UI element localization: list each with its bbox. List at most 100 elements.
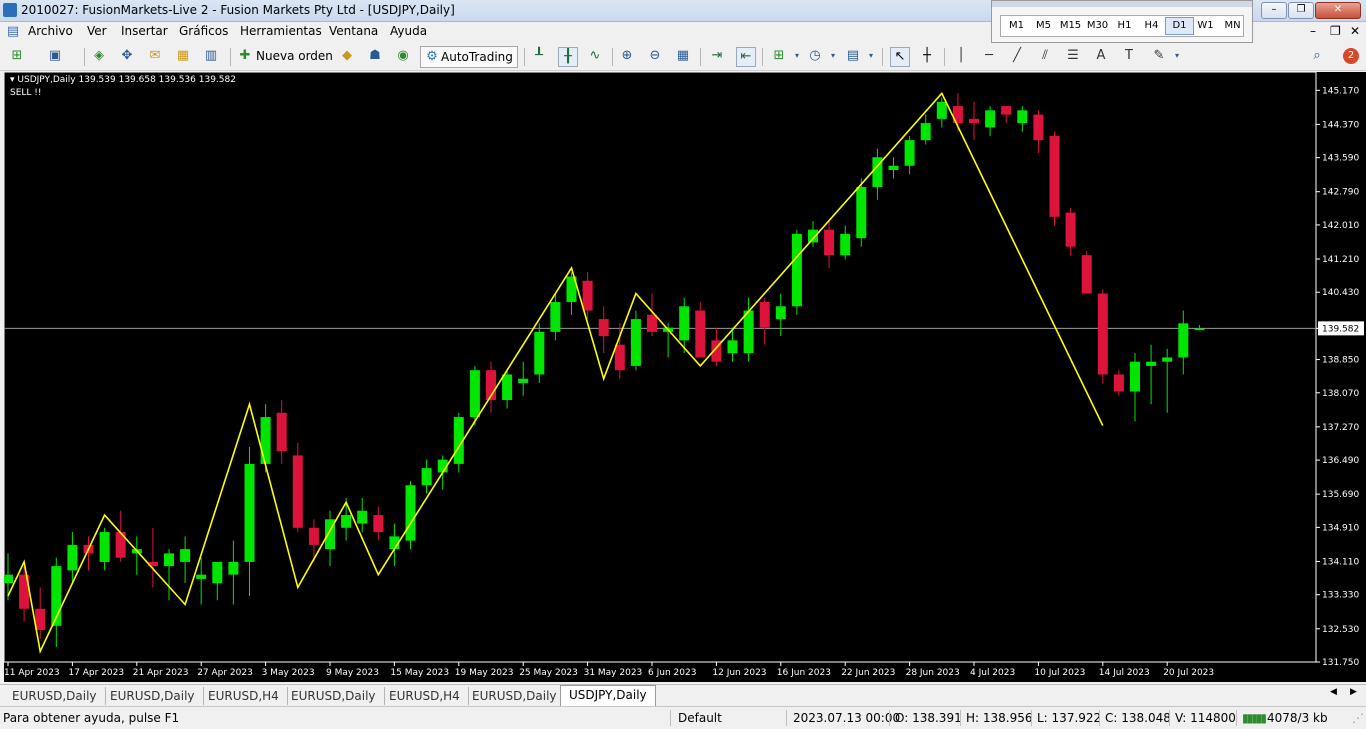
x-tick-label: 11 Apr 2023: [4, 668, 60, 678]
period-d1-button[interactable]: D1: [1165, 17, 1194, 35]
period-w1-button[interactable]: W1: [1192, 18, 1219, 34]
new-chart-icon[interactable]: ⊞: [8, 47, 26, 65]
x-tick-label: 12 Jun 2023: [712, 668, 766, 678]
zoom-in-icon[interactable]: ⊕: [618, 47, 636, 65]
candle-body: [1001, 106, 1012, 115]
terminal-icon[interactable]: ✉: [146, 47, 164, 65]
candlestick-icon[interactable]: ╂: [558, 47, 578, 67]
shapes-icon[interactable]: ✎: [1150, 47, 1168, 65]
periodicity-icon[interactable]: ◷: [806, 47, 824, 65]
child-close-button[interactable]: ✕: [1350, 24, 1360, 38]
chart-area[interactable]: 145.170 144.370 143.590 142.790 142.010 141.2…: [4, 72, 1366, 682]
status-close: C: 138.048: [1105, 711, 1171, 725]
chevron-down-icon[interactable]: ▾: [862, 47, 880, 65]
chart-shift-icon[interactable]: ⇥: [708, 47, 726, 65]
child-minimize-button[interactable]: –: [1310, 24, 1316, 38]
price-chart[interactable]: 145.170 144.370 143.590 142.790 142.010 141.2…: [4, 72, 1366, 682]
x-tick-label: 16 Jun 2023: [777, 668, 831, 678]
profiles-icon[interactable]: ▣: [46, 47, 64, 65]
cursor-icon[interactable]: ↖: [890, 47, 910, 67]
status-traffic: 4078/3 kb: [1267, 711, 1328, 725]
y-tick-label: 131.750: [1322, 658, 1359, 668]
menu-ayuda[interactable]: Ayuda: [390, 24, 427, 38]
line-chart-icon[interactable]: ∿: [586, 47, 604, 65]
bar-chart-icon[interactable]: ┸: [530, 47, 548, 65]
candle-body: [1049, 135, 1060, 217]
x-tick-label: 14 Jul 2023: [1099, 668, 1150, 678]
tab-eurusd-daily[interactable]: EURUSD,Daily: [102, 687, 204, 705]
tab-eurusd-daily[interactable]: EURUSD,Daily: [283, 687, 385, 705]
notification-badge[interactable]: 2: [1343, 48, 1359, 64]
x-tick-label: 6 Jun 2023: [648, 668, 696, 678]
chevron-down-icon[interactable]: ▾: [1168, 47, 1186, 65]
data-window-icon[interactable]: ▦: [174, 47, 192, 65]
y-tick-label: 138.850: [1322, 356, 1359, 366]
candle-body: [920, 123, 931, 141]
autotrading-button[interactable]: ⚙ AutoTrading: [420, 46, 518, 68]
menu-herramientas[interactable]: Herramientas: [240, 24, 322, 38]
tab-scroll-left-icon[interactable]: ◀: [1330, 687, 1337, 697]
trendline-icon[interactable]: ╱: [1008, 47, 1026, 65]
minimize-button[interactable]: –: [1261, 2, 1287, 19]
periods-toolbar: M1 M5 M15 M30 H1 H4 D1 W1 MN: [991, 0, 1253, 43]
period-m15-button[interactable]: M15: [1057, 18, 1084, 34]
indicators-icon[interactable]: ⊞: [770, 47, 788, 65]
candle-body: [196, 574, 207, 579]
period-mn-button[interactable]: MN: [1219, 18, 1246, 34]
candle-body: [228, 561, 239, 575]
crosshair-icon[interactable]: ┼: [918, 47, 936, 65]
candle-body: [180, 549, 191, 562]
period-h4-button[interactable]: H4: [1138, 18, 1165, 34]
maximize-button[interactable]: ❐: [1288, 2, 1314, 19]
tab-eurusd-daily[interactable]: EURUSD,Daily: [464, 687, 566, 705]
new-order-button[interactable]: ✚ Nueva orden: [236, 46, 333, 66]
period-h1-button[interactable]: H1: [1111, 18, 1138, 34]
period-m5-button[interactable]: M5: [1030, 18, 1057, 34]
chevron-down-icon[interactable]: ▾: [824, 47, 842, 65]
tab-eurusd-h4[interactable]: EURUSD,H4: [200, 687, 288, 705]
candle-body: [1017, 110, 1028, 124]
connection-bars-icon: ▮▮▮▮▮: [1242, 711, 1267, 725]
close-button[interactable]: ✕: [1315, 2, 1361, 19]
chevron-down-icon[interactable]: ▾: [788, 47, 806, 65]
menu-ver[interactable]: Ver: [87, 24, 107, 38]
market-watch-icon[interactable]: ◈: [90, 47, 108, 65]
candle-body: [1097, 293, 1108, 375]
status-low: L: 137.922: [1037, 711, 1102, 725]
candle-body: [4, 574, 13, 584]
text-icon[interactable]: A: [1092, 47, 1110, 65]
navigator-icon[interactable]: ✥: [118, 47, 136, 65]
candle-body: [518, 378, 529, 383]
period-m1-button[interactable]: M1: [1003, 18, 1030, 34]
text-label-icon[interactable]: T: [1120, 47, 1138, 65]
strategy-tester-icon[interactable]: ▥: [202, 47, 220, 65]
toolbar-separator: [700, 48, 701, 66]
templates-icon[interactable]: ▤: [844, 47, 862, 65]
tab-eurusd-daily[interactable]: EURUSD,Daily: [4, 687, 106, 705]
fibonacci-icon[interactable]: ☰: [1064, 47, 1082, 65]
metaeditor-icon[interactable]: ◆: [338, 47, 356, 65]
tab-usdjpy-daily[interactable]: USDJPY,Daily: [560, 685, 656, 707]
tab-scroll-right-icon[interactable]: ▶: [1350, 687, 1357, 697]
auto-scroll-icon[interactable]: ⇤: [736, 47, 756, 67]
candle-body: [469, 370, 480, 418]
horizontal-line-icon[interactable]: ─: [980, 47, 998, 65]
candle-body: [1113, 374, 1124, 392]
child-restore-button[interactable]: ❐: [1330, 24, 1341, 38]
equidistant-channel-icon[interactable]: ⫽: [1036, 47, 1054, 65]
candle-body: [904, 140, 915, 166]
y-tick-label: 139.582: [1322, 324, 1359, 334]
vertical-line-icon[interactable]: │: [952, 47, 970, 65]
menu-ventana[interactable]: Ventana: [329, 24, 378, 38]
candle-body: [727, 340, 738, 354]
tile-windows-icon[interactable]: ▦: [674, 47, 692, 65]
menu-graficos[interactable]: Gráficos: [179, 24, 228, 38]
zoom-out-icon[interactable]: ⊖: [646, 47, 664, 65]
menu-archivo[interactable]: Archivo: [28, 24, 73, 38]
period-m30-button[interactable]: M30: [1084, 18, 1111, 34]
tab-eurusd-h4[interactable]: EURUSD,H4: [381, 687, 469, 705]
menu-insertar[interactable]: Insertar: [121, 24, 168, 38]
signals-icon[interactable]: ☗: [366, 47, 384, 65]
search-icon[interactable]: ⌕: [1308, 47, 1326, 65]
market-icon[interactable]: ◉: [394, 47, 412, 65]
